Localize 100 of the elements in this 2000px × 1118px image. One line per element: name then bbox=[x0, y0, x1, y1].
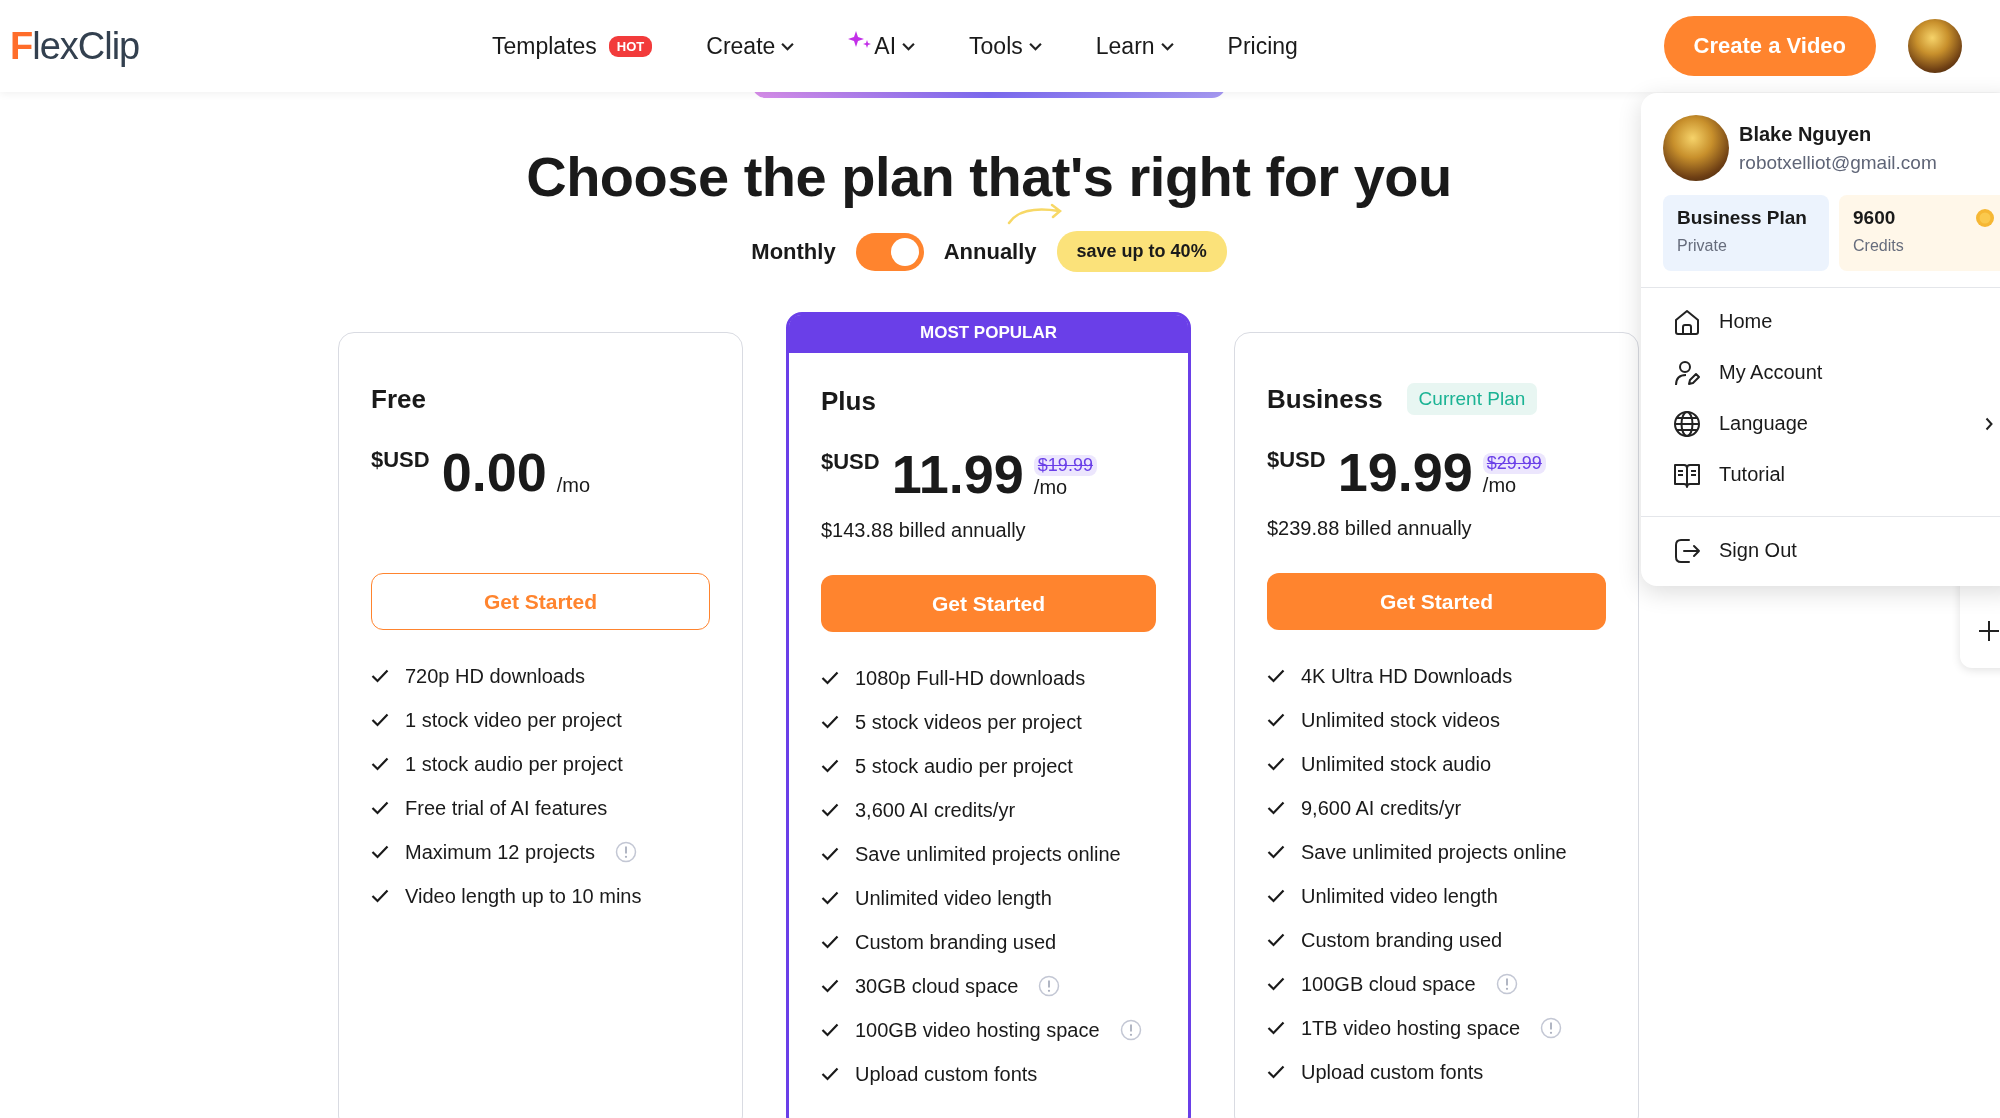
page-title: Choose the plan that's right for you bbox=[526, 144, 1452, 209]
check-icon bbox=[1267, 977, 1285, 991]
feature-text: Unlimited video length bbox=[1301, 884, 1498, 908]
billing-toggle[interactable] bbox=[855, 232, 924, 271]
check-icon bbox=[821, 715, 839, 729]
currency-label: $USD bbox=[821, 449, 880, 475]
feature-text: 1TB video hosting space bbox=[1301, 1016, 1521, 1040]
menu-item[interactable]: My Account bbox=[1641, 347, 2000, 398]
feature-text: Save unlimited projects online bbox=[1301, 840, 1567, 864]
save-badge: save up to 40% bbox=[1056, 231, 1227, 272]
feature-text: Custom branding used bbox=[1301, 928, 1503, 952]
credits-value: 9600 bbox=[1853, 207, 1896, 229]
annually-label: Annually bbox=[943, 238, 1037, 265]
check-icon bbox=[1267, 889, 1285, 903]
period-label: /mo bbox=[556, 474, 591, 497]
check-icon bbox=[1267, 669, 1285, 683]
check-icon bbox=[821, 803, 839, 817]
check-icon bbox=[821, 1023, 839, 1037]
price: 11.99 bbox=[891, 447, 1024, 501]
check-icon bbox=[821, 847, 839, 861]
feature-text: 4K Ultra HD Downloads bbox=[1301, 664, 1513, 688]
menu-item[interactable]: Language bbox=[1641, 398, 2000, 449]
feature-text: Unlimited stock videos bbox=[1301, 708, 1500, 732]
menu-item[interactable]: Tutorial bbox=[1641, 449, 2000, 500]
check-icon bbox=[821, 891, 839, 905]
check-icon bbox=[1267, 801, 1285, 815]
check-icon bbox=[821, 1067, 839, 1081]
feature-text: 9,600 AI credits/yr bbox=[1301, 796, 1462, 820]
feature-text: 1 stock audio per project bbox=[405, 752, 623, 776]
check-icon bbox=[821, 935, 839, 949]
currency-label: $USD bbox=[1267, 447, 1326, 473]
info-icon[interactable] bbox=[1540, 1017, 1563, 1039]
original-price: $29.99 bbox=[1482, 453, 1546, 474]
plus-icon[interactable] bbox=[1978, 620, 2000, 642]
check-icon bbox=[1267, 713, 1285, 727]
original-price: $19.99 bbox=[1033, 455, 1097, 476]
nav-link[interactable]: Create bbox=[706, 32, 795, 60]
check-icon bbox=[821, 671, 839, 685]
logo[interactable]: FlexClip bbox=[10, 24, 492, 68]
monthly-label: Monthly bbox=[751, 238, 836, 265]
feature-text: Upload custom fonts bbox=[855, 1062, 1038, 1086]
check-icon bbox=[1267, 1065, 1285, 1079]
check-icon bbox=[371, 889, 389, 903]
feature-text: 100GB video hosting space bbox=[855, 1018, 1100, 1042]
feature-text: Free trial of AI features bbox=[405, 796, 608, 820]
user-email: robotxelliot@gmail.com bbox=[1739, 151, 1937, 174]
plan-name: Free bbox=[371, 383, 426, 415]
nav-link[interactable]: Pricing bbox=[1227, 32, 1298, 60]
check-icon bbox=[371, 801, 389, 815]
feature-text: 1 stock video per project bbox=[405, 708, 622, 732]
feature-text: 30GB cloud space bbox=[855, 974, 1019, 998]
current-plan-badge: Current Plan bbox=[1406, 383, 1538, 415]
most-popular-banner: MOST POPULAR bbox=[789, 315, 1188, 353]
check-icon bbox=[1267, 757, 1285, 771]
billed-note: $239.88 billed annually bbox=[1267, 517, 1472, 539]
price: 0.00 bbox=[441, 445, 547, 499]
check-icon bbox=[1267, 1021, 1285, 1035]
feature-text: 3,600 AI credits/yr bbox=[855, 798, 1016, 822]
user-name: Blake Nguyen bbox=[1739, 122, 1873, 146]
nav-link[interactable]: Learn bbox=[1095, 32, 1174, 60]
check-icon bbox=[371, 757, 389, 771]
avatar[interactable] bbox=[1908, 19, 1962, 73]
plan-title: Business Plan bbox=[1677, 207, 1808, 229]
nav-link[interactable]: AI bbox=[848, 32, 916, 60]
globe-icon bbox=[1673, 409, 1701, 438]
feature-text: Upload custom fonts bbox=[1301, 1060, 1484, 1084]
plan-subtitle: Private bbox=[1677, 237, 1728, 255]
feature-text: Unlimited stock audio bbox=[1301, 752, 1492, 776]
check-icon bbox=[1267, 933, 1285, 947]
plan-name: Plus bbox=[821, 385, 876, 417]
check-icon bbox=[1267, 845, 1285, 859]
feature-text: Maximum 12 projects bbox=[405, 840, 596, 864]
period-label: /mo bbox=[1033, 476, 1069, 499]
feature-text: 720p HD downloads bbox=[405, 664, 586, 688]
info-icon[interactable] bbox=[615, 841, 638, 863]
check-icon bbox=[371, 845, 389, 859]
period-label: /mo bbox=[1482, 474, 1518, 497]
sign-out-menu-item[interactable]: Sign Out bbox=[1641, 525, 2000, 576]
info-icon[interactable] bbox=[1495, 973, 1518, 995]
plan-name: Business bbox=[1267, 383, 1383, 415]
feature-text: Custom branding used bbox=[855, 930, 1057, 954]
feature-text: 1080p Full-HD downloads bbox=[855, 666, 1086, 690]
feature-text: Save unlimited projects online bbox=[855, 842, 1121, 866]
menu-item[interactable]: Home bbox=[1641, 296, 2000, 347]
billed-note: $143.88 billed annually bbox=[821, 519, 1026, 541]
feature-text: 5 stock videos per project bbox=[855, 710, 1082, 734]
nav-link[interactable]: Tools bbox=[969, 32, 1042, 60]
info-icon[interactable] bbox=[1119, 1019, 1142, 1041]
check-icon bbox=[371, 713, 389, 727]
home-icon bbox=[1673, 307, 1701, 336]
info-icon[interactable] bbox=[1038, 975, 1061, 997]
feature-text: 100GB cloud space bbox=[1301, 972, 1476, 996]
sign-out-icon bbox=[1673, 536, 1701, 565]
credits-label: Credits bbox=[1853, 237, 1905, 255]
price: 19.99 bbox=[1337, 445, 1473, 499]
feature-text: Video length up to 10 mins bbox=[405, 884, 642, 908]
hot-badge: HOT bbox=[608, 35, 653, 57]
nav-link[interactable]: Templates HOT bbox=[492, 32, 653, 60]
feature-text: Unlimited video length bbox=[855, 886, 1052, 910]
currency-label: $USD bbox=[371, 447, 430, 473]
